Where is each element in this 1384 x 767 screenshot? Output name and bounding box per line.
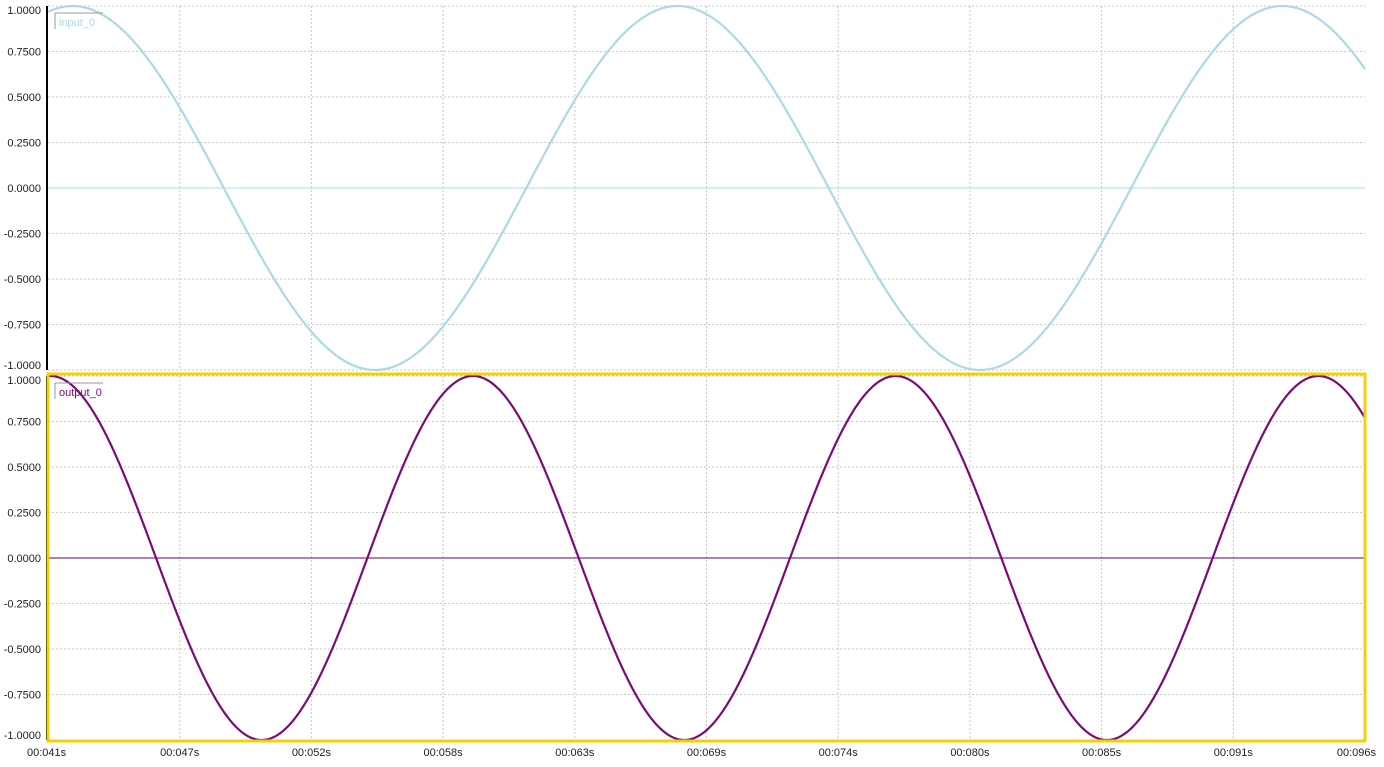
y-tick-label: -1.0000 [4,360,41,372]
x-tick-label: 00:041s [27,747,67,759]
y-tick-label: 0.5000 [7,92,41,104]
y-tick-label: -0.5000 [4,274,41,286]
output-channel-panel[interactable]: 1.0000 0.7500 0.5000 0.2500 0.0000 -0.2500 -0.… [4,372,1367,743]
y-tick-label: 0.5000 [7,462,41,474]
y-tick-label: -1.0000 [4,730,41,742]
y-tick-label: -0.7500 [4,320,41,332]
oscilloscope-view: 1.0000 0.7500 0.5000 0.2500 0.0000 -0.2500 -0.… [0,0,1384,762]
y-tick-label: 1.0000 [7,5,41,17]
x-tick-label: 00:091s [1214,747,1254,759]
y-tick-label: 0.2500 [7,508,41,520]
y-tick-label: 0.0000 [7,183,41,195]
x-tick-label: 00:052s [292,747,332,759]
y-tick-label: 0.2500 [7,138,41,150]
x-tick-label: 00:069s [687,747,727,759]
x-tick-label: 00:096s [1337,747,1377,759]
y-tick-label: -0.5000 [4,644,41,656]
x-tick-label: 00:063s [555,747,595,759]
y-tick-label: 0.0000 [7,553,41,565]
x-tick-label: 00:085s [1082,747,1122,759]
y-tick-label: 0.7500 [7,47,41,59]
x-tick-label: 00:074s [819,747,859,759]
series-legend-output_0: output_0 [59,387,102,399]
y-tick-label: -0.2500 [4,229,41,241]
y-tick-label: -0.7500 [4,690,41,702]
x-tick-label: 00:047s [160,747,200,759]
x-tick-label: 00:058s [424,747,464,759]
series-legend-input_0: input_0 [59,17,95,29]
time-axis: 00:041s 00:047s 00:052s 00:058s 00:063s 00:06… [27,747,1376,759]
y-tick-label: -0.2500 [4,599,41,611]
y-tick-label: 0.7500 [7,417,41,429]
x-tick-label: 00:080s [950,747,990,759]
scope-canvas: 1.0000 0.7500 0.5000 0.2500 0.0000 -0.2500 -0.… [4,4,1376,759]
y-tick-label: 1.0000 [7,375,41,387]
input-channel-panel[interactable]: 1.0000 0.7500 0.5000 0.2500 0.0000 -0.2500 -0.… [4,4,1366,372]
